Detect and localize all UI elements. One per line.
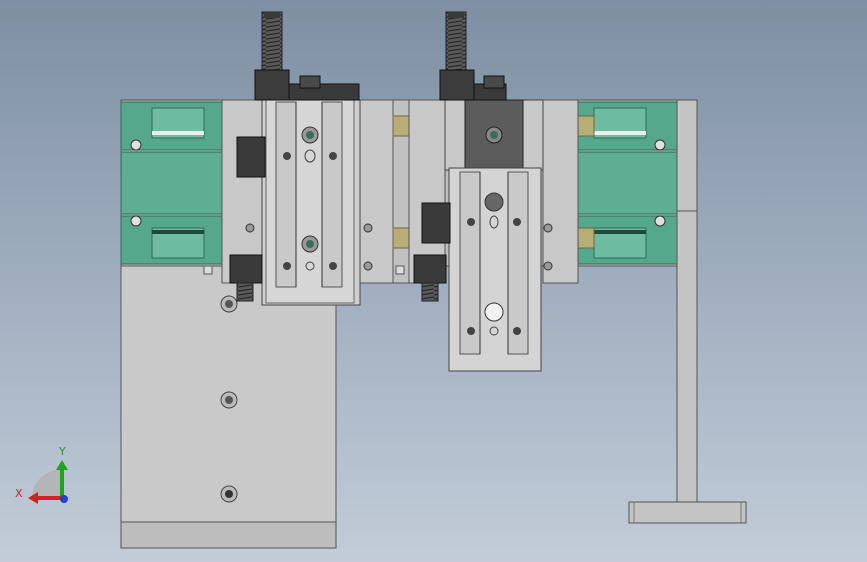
y-axis-label: Y <box>58 445 66 458</box>
actuator-right-top <box>439 11 507 101</box>
linear-rail-left <box>120 101 223 265</box>
base-plate <box>120 265 337 549</box>
x-axis-label: X <box>15 487 23 500</box>
axis-triad: Y X <box>15 445 68 504</box>
actuator-left-top <box>254 11 360 101</box>
lock-nut-right <box>413 254 447 302</box>
z-axis-dot <box>60 495 68 503</box>
cad-viewport[interactable]: Y X <box>0 0 867 562</box>
assembly-drawing[interactable]: Y X <box>0 0 867 562</box>
linear-rail-right <box>577 101 678 265</box>
